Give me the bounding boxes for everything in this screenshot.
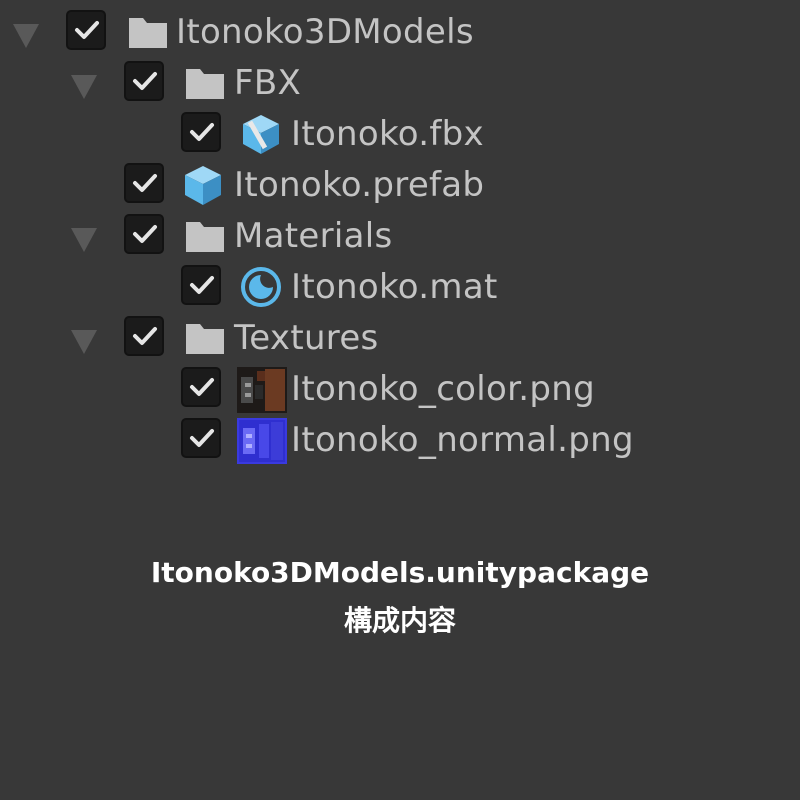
checkmark-icon xyxy=(133,327,157,345)
tree-item-label: Itonoko.mat xyxy=(291,267,498,307)
tree-item-label: Itonoko.prefab xyxy=(234,165,485,205)
folder-icon xyxy=(183,316,227,360)
include-checkbox[interactable] xyxy=(124,214,164,254)
tree-row-itonoko-normal-png[interactable]: Itonoko_normal.png xyxy=(0,414,800,464)
include-checkbox[interactable] xyxy=(181,112,221,152)
tree-row-materials[interactable]: Materials xyxy=(0,210,800,260)
prefab-icon xyxy=(181,163,225,207)
include-checkbox[interactable] xyxy=(124,316,164,356)
checkmark-icon xyxy=(133,225,157,243)
model-icon xyxy=(239,112,283,156)
tree-row-fbx[interactable]: FBX xyxy=(0,57,800,107)
include-checkbox[interactable] xyxy=(66,10,106,50)
tree-item-label: FBX xyxy=(234,63,302,103)
tree-item-label: Materials xyxy=(234,216,393,256)
expand-arrow-icon[interactable] xyxy=(13,24,39,48)
folder-icon xyxy=(126,10,170,54)
checkmark-icon xyxy=(133,72,157,90)
tree-row-itonoko-color-png[interactable]: Itonoko_color.png xyxy=(0,363,800,413)
tree-item-label: Itonoko.fbx xyxy=(291,114,484,154)
folder-icon xyxy=(183,214,227,258)
texture-color-icon xyxy=(237,367,287,413)
folder-icon xyxy=(183,61,227,105)
checkmark-icon xyxy=(190,276,214,294)
tree-item-label: Textures xyxy=(234,318,379,358)
checkmark-icon xyxy=(75,21,99,39)
include-checkbox[interactable] xyxy=(181,418,221,458)
material-icon xyxy=(239,265,283,309)
tree-row-textures[interactable]: Textures xyxy=(0,312,800,362)
tree-item-label: Itonoko_normal.png xyxy=(291,420,634,460)
tree-row-itonoko-mat[interactable]: Itonoko.mat xyxy=(0,261,800,311)
include-checkbox[interactable] xyxy=(124,163,164,203)
tree-item-label: Itonoko3DModels xyxy=(176,12,474,52)
caption-contents: 構成内容 xyxy=(343,604,456,637)
texture-normal-icon xyxy=(237,418,287,464)
tree-row-itonoko3dmodels[interactable]: Itonoko3DModels xyxy=(0,6,800,56)
include-checkbox[interactable] xyxy=(181,367,221,407)
include-checkbox[interactable] xyxy=(181,265,221,305)
checkmark-icon xyxy=(190,378,214,396)
checkmark-icon xyxy=(190,429,214,447)
expand-arrow-icon[interactable] xyxy=(71,75,97,99)
expand-arrow-icon[interactable] xyxy=(71,228,97,252)
tree-item-label: Itonoko_color.png xyxy=(291,369,596,409)
checkmark-icon xyxy=(190,123,214,141)
tree-row-itonoko-prefab[interactable]: Itonoko.prefab xyxy=(0,159,800,209)
tree-row-itonoko-fbx[interactable]: Itonoko.fbx xyxy=(0,108,800,158)
include-checkbox[interactable] xyxy=(124,61,164,101)
checkmark-icon xyxy=(133,174,157,192)
expand-arrow-icon[interactable] xyxy=(71,330,97,354)
caption-package-name: Itonoko3DModels.unitypackage xyxy=(150,556,650,589)
